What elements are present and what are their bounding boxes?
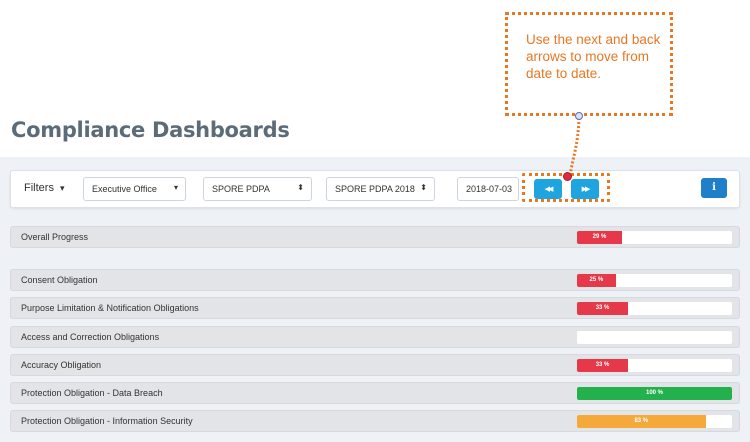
date-field[interactable]: 2018-07-03 [457, 177, 519, 201]
regulation-select-value: SPORE PDPA [212, 184, 270, 194]
progress-fill: 83 % [577, 415, 706, 428]
progress-fill: 33 % [577, 302, 629, 315]
progress-fill: 33 % [577, 359, 629, 372]
progress-track [577, 331, 732, 344]
filters-toggle[interactable]: Filters ▾ [24, 182, 65, 194]
callout-text: Use the next and back arrows to move fro… [526, 32, 661, 81]
progress-track: 33 % [577, 302, 732, 315]
callout-connector [568, 117, 581, 177]
connector-pin [563, 172, 572, 181]
info-icon: i [712, 182, 716, 193]
progress-fill: 100 % [577, 387, 732, 400]
chevron-down-icon: ▾ [60, 183, 65, 193]
progress-track: 29 % [577, 231, 732, 244]
row-label: Access and Correction Obligations [21, 332, 160, 342]
obligation-row: Accuracy Obligation 33 % [10, 354, 740, 376]
office-select[interactable]: Executive Office ▾ [83, 177, 186, 201]
assessment-select-value: SPORE PDPA 2018 [335, 184, 415, 194]
row-label: Purpose Limitation & Notification Obliga… [21, 303, 199, 313]
progress-track: 25 % [577, 274, 732, 287]
sort-arrows-icon: ⬍ [420, 183, 427, 192]
filters-label: Filters [24, 182, 54, 194]
page-title: Compliance Dashboards [11, 118, 290, 142]
progress-track: 33 % [577, 359, 732, 372]
overall-progress-row: Overall Progress 29 % [10, 226, 740, 248]
progress-fill: 29 % [577, 231, 622, 244]
row-label: Protection Obligation - Data Breach [21, 388, 163, 398]
connector-anchor [575, 112, 583, 120]
regulation-select[interactable]: SPORE PDPA ⬍ [203, 177, 312, 201]
sort-arrows-icon: ⬍ [297, 183, 304, 192]
obligation-row: Access and Correction Obligations [10, 326, 740, 348]
progress-track: 100 % [577, 387, 732, 400]
info-button[interactable]: i [701, 178, 727, 198]
obligation-row: Protection Obligation - Data Breach 100 … [10, 382, 740, 404]
chevron-down-icon: ▾ [173, 183, 178, 192]
tutorial-callout: Use the next and back arrows to move fro… [505, 12, 673, 116]
obligation-row: Protection Obligation - Information Secu… [10, 410, 740, 432]
progress-track: 83 % [577, 415, 732, 428]
obligation-row: Consent Obligation 25 % [10, 269, 740, 291]
assessment-select[interactable]: SPORE PDPA 2018 ⬍ [326, 177, 435, 201]
office-select-value: Executive Office [92, 184, 157, 194]
progress-fill: 25 % [577, 274, 616, 287]
row-label: Overall Progress [21, 232, 89, 242]
row-label: Protection Obligation - Information Secu… [21, 416, 193, 426]
row-label: Consent Obligation [21, 275, 98, 285]
obligation-row: Purpose Limitation & Notification Obliga… [10, 297, 740, 319]
filter-bar: Filters ▾ Executive Office ▾ SPORE PDPA … [10, 170, 740, 208]
row-label: Accuracy Obligation [21, 360, 102, 370]
